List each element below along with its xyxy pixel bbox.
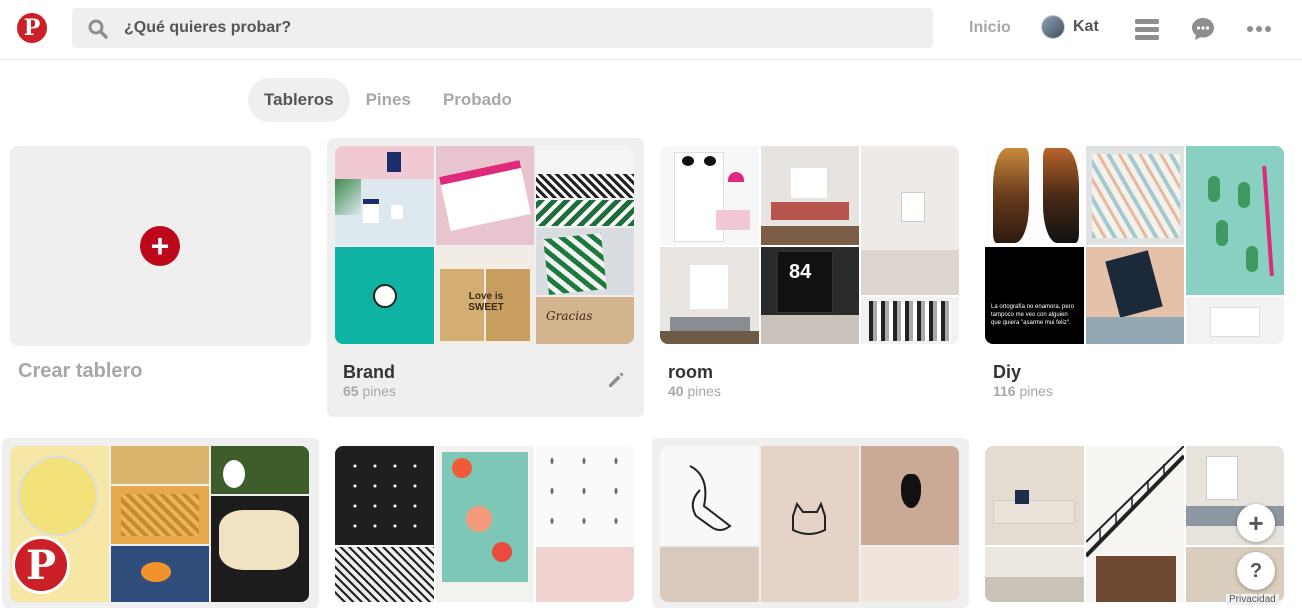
thumb-print-card [1186,297,1284,344]
thumb-constellation [861,547,959,602]
board-count-number: 65 [343,383,359,399]
edit-pencil-icon[interactable] [606,370,626,390]
thumb-arm-tattoo [660,547,759,602]
board-cover-brand: Love is SWEET Gracias [335,146,634,344]
add-icon: + [140,226,180,266]
thumb-living-room [660,247,759,344]
pinterest-badge-icon[interactable]: P [12,536,70,594]
thumb-black-cat [861,446,959,545]
avatar [1041,15,1065,39]
thumb-stationery [536,146,634,198]
thumb-white-room [861,146,959,295]
more-options-icon[interactable] [1246,16,1272,42]
board-title-room: room [668,362,713,382]
board-count-diy: 116 pines [993,383,1053,399]
thumb-jersey-text: 84 [789,261,812,283]
tab-probado[interactable]: Probado [427,78,528,122]
board-cover-room: 84 [660,146,959,344]
thumb-waffles [111,486,209,544]
thumb-paper-stack [1086,146,1184,245]
thumb-waffle-top [111,446,209,484]
board-title-diy: Diy [993,362,1022,382]
board-count-unit: pines [1019,383,1053,399]
thumb-egg-chicks [211,446,309,494]
thumb-panda-closet [660,146,759,245]
board-cover-diy: La ortografía no enamora, pero tampoco m… [985,146,1284,344]
create-board-card[interactable]: + [10,146,311,346]
thumb-jersey-wardrobe: 84 [761,247,859,344]
thumb-sofa-room [985,446,1084,545]
thumb-clipboard [536,228,634,295]
privacy-link[interactable]: Privacidad [1226,594,1279,605]
board-count-number: 116 [993,383,1016,399]
board-count-unit: pines [687,383,721,399]
nav-profile-link[interactable]: Kat [1041,15,1099,39]
thumb-bag-text: Love is SWEET [468,291,504,313]
search-input[interactable] [124,8,924,48]
thumb-bread-rolls [211,496,309,602]
thumb-bedroom [761,146,859,245]
thumb-brochure [436,146,534,245]
search-icon [88,19,108,39]
thumb-quote: La ortografía no enamora, pero tampoco m… [985,247,1084,344]
thumb-geometric [335,446,434,545]
thumb-fox-sketch [660,446,759,545]
help-button[interactable]: ? [1237,552,1275,590]
board-count-number: 40 [668,383,684,399]
thumb-hair-chart [985,146,1084,245]
add-pin-button[interactable]: + [1237,504,1275,542]
thumb-snacks [111,546,209,602]
thumb-pattern-bw [335,547,434,602]
board-count-unit: pines [362,383,396,399]
thumb-quote-text: La ortografía no enamora, pero tampoco m… [991,304,1075,326]
thumb-notebook-legs [1086,247,1184,344]
user-name: Kat [1073,18,1099,35]
menu-icon[interactable] [1134,16,1160,42]
thumb-staircase [1084,446,1186,602]
thumb-floral [436,446,534,602]
thumb-sweet-bags: Love is SWEET [436,247,534,344]
thumb-cactus-card [1186,146,1284,295]
pinterest-logo[interactable]: P [17,13,47,43]
messages-icon[interactable] [1190,16,1216,42]
thumb-gracias-card: Gracias [536,297,634,344]
create-board-label[interactable]: Crear tablero [18,360,143,383]
thumb-kitchen [985,547,1084,602]
board-title-brand: Brand [343,362,396,382]
thumb-teal-pin [335,247,434,344]
thumb-pink-mockup [335,146,434,179]
thumb-cat-outline [761,446,859,602]
thumb-bunnies [536,446,634,545]
tab-pines[interactable]: Pines [350,78,427,122]
nav-home-link[interactable]: Inicio [969,19,1011,37]
board-count-room: 40 pines [668,383,721,399]
thumb-card-text: Gracias [546,309,593,323]
profile-tabs: Tableros Pines Probado [248,78,528,122]
thumb-green-pattern [536,200,634,226]
top-bar: P Inicio Kat [0,0,1302,60]
board-cover-tattoos [660,446,959,602]
board-cover-patterns [335,446,634,602]
thumb-clothes-rack [861,297,959,344]
thumb-pink-art [536,547,634,602]
thumb-leaves-mockup [335,179,434,245]
board-count-brand: 65 pines [343,383,396,399]
search-bar[interactable] [72,8,933,48]
tab-tableros[interactable]: Tableros [248,78,350,122]
